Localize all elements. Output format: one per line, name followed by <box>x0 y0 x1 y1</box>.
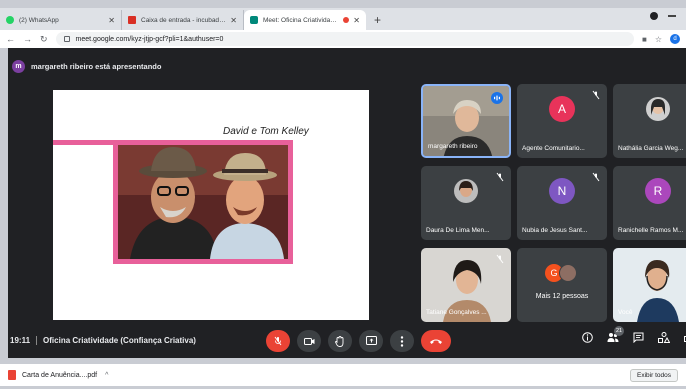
browser-tab-strip: (2) WhatsApp ✕ Caixa de entrada - incuba… <box>0 8 686 30</box>
meeting-controls-bar: 19:11 Oficina Criatividade (Confiança Cri… <box>8 326 686 358</box>
group-avatar-photo <box>559 264 577 282</box>
authors-photo-art <box>118 145 288 259</box>
url-text: meet.google.com/kyz-jtjp-gcf?pli=1&authu… <box>75 35 224 43</box>
activities-icon[interactable] <box>658 332 670 343</box>
download-file-name[interactable]: Carta de Anuência....pdf <box>22 372 97 379</box>
authors-photo <box>113 140 293 264</box>
raise-hand-button[interactable] <box>328 330 352 352</box>
participant-tile[interactable]: A Agente Comunitario... <box>517 84 607 158</box>
download-bar: Carta de Anuência....pdf ^ Exibir todos <box>0 364 686 386</box>
call-controls <box>266 330 451 352</box>
presentation-slide: David e Tom Kelley <box>53 90 369 320</box>
participant-name: Nathália Garcia Weg... <box>618 145 684 152</box>
tab-label: (2) WhatsApp <box>19 16 59 24</box>
camera-toggle-button[interactable] <box>297 330 321 352</box>
whatsapp-icon <box>6 16 14 24</box>
participant-avatar: A <box>549 96 575 123</box>
tab-gmail[interactable]: Caixa de entrada - incubadora.r... ✕ <box>122 10 244 30</box>
lock-icon[interactable] <box>63 36 70 42</box>
screen-frame: (2) WhatsApp ✕ Caixa de entrada - incuba… <box>0 0 686 389</box>
participant-tile[interactable]: margareth ribeiro <box>421 84 511 158</box>
presenting-banner: m margareth ribeiro está apresentando <box>8 54 161 78</box>
back-arrow-icon[interactable]: ← <box>6 34 15 44</box>
close-icon[interactable]: ✕ <box>353 16 360 25</box>
participant-name: Ranichelle Ramos M... <box>618 227 684 234</box>
presenter-avatar: m <box>12 59 25 73</box>
address-bar: ← → ↻ meet.google.com/kyz-jtjp-gcf?pli=1… <box>0 30 686 48</box>
recording-indicator-icon <box>343 17 350 23</box>
chat-icon[interactable] <box>633 332 644 343</box>
participant-avatar: N <box>549 178 575 205</box>
group-avatars: G <box>545 264 577 282</box>
more-participants-tile[interactable]: G Mais 12 pessoas <box>517 248 607 322</box>
mic-toggle-button[interactable] <box>266 330 290 352</box>
self-view-tile[interactable]: Você <box>613 248 686 322</box>
meeting-time: 19:11 <box>10 336 31 345</box>
present-icon <box>365 336 377 345</box>
participant-avatar <box>454 179 478 204</box>
participant-name: Daura De Lima Men... <box>426 227 490 234</box>
more-participants-label: Mais 12 pessoas <box>535 293 589 300</box>
mic-off-icon <box>496 172 504 182</box>
participant-tile[interactable]: Tatiane Gonçalves ... <box>421 248 511 322</box>
window-controls <box>650 12 676 20</box>
participant-tile[interactable]: N Nubia de Jesus Sant... <box>517 166 607 240</box>
minimize-icon[interactable] <box>668 15 676 17</box>
close-icon[interactable]: ✕ <box>230 16 237 25</box>
participant-tile[interactable]: R Ranichelle Ramos M... <box>613 166 686 240</box>
meeting-title: Oficina Criatividade (Confiança Criativa… <box>43 336 196 345</box>
mic-off-icon <box>592 90 600 100</box>
url-field[interactable]: meet.google.com/kyz-jtjp-gcf?pli=1&authu… <box>55 32 634 46</box>
people-count-badge: 21 <box>614 326 624 336</box>
mic-off-icon <box>592 172 600 182</box>
info-icon[interactable] <box>582 332 593 343</box>
gmail-icon <box>128 16 136 24</box>
participant-name: Agente Comunitario... <box>522 145 585 152</box>
side-panel-controls <box>582 332 686 343</box>
window-dot-icon[interactable] <box>650 12 658 20</box>
meet-icon <box>250 16 258 24</box>
hang-up-icon <box>430 339 442 344</box>
participant-name: Tatiane Gonçalves ... <box>426 309 487 316</box>
show-all-downloads-button[interactable]: Exibir todos <box>630 369 678 382</box>
tab-label: Caixa de entrada - incubadora.r... <box>141 16 226 24</box>
star-icon[interactable]: ☆ <box>655 35 662 44</box>
reload-icon[interactable]: ↻ <box>40 34 48 45</box>
chevron-up-icon[interactable]: ^ <box>105 372 108 379</box>
forward-arrow-icon[interactable]: → <box>23 34 32 44</box>
slide-accent-line <box>53 140 113 145</box>
participant-name: Você <box>618 309 633 316</box>
audio-active-icon <box>491 92 503 104</box>
camera-extension-icon[interactable]: ■ <box>642 35 647 44</box>
participant-avatar: R <box>645 178 671 205</box>
mic-off-icon <box>274 336 282 346</box>
present-screen-button[interactable] <box>359 330 383 352</box>
participant-tile[interactable]: Nathália Garcia Weg... <box>613 84 686 158</box>
tab-label: Meet: Oficina Criatividade (C... <box>263 16 339 24</box>
presenting-text: margareth ribeiro está apresentando <box>31 61 162 71</box>
participant-name: margareth ribeiro <box>428 143 478 150</box>
leave-call-button[interactable] <box>421 330 451 352</box>
meeting-info: 19:11 Oficina Criatividade (Confiança Cri… <box>10 336 196 346</box>
more-options-button[interactable] <box>390 330 414 352</box>
more-vert-icon <box>400 335 404 347</box>
tab-whatsapp[interactable]: (2) WhatsApp ✕ <box>0 10 122 30</box>
participant-tile[interactable]: Daura De Lima Men... <box>421 166 511 240</box>
mic-off-icon <box>496 254 504 264</box>
slide-authors: David e Tom Kelley <box>223 126 309 137</box>
camera-icon <box>303 337 314 345</box>
hand-icon <box>335 335 344 347</box>
participant-avatar <box>646 97 670 122</box>
tab-meet[interactable]: Meet: Oficina Criatividade (C... ✕ <box>244 10 366 30</box>
new-tab-button[interactable]: + <box>366 10 389 30</box>
profile-avatar[interactable]: d <box>670 34 680 44</box>
close-icon[interactable]: ✕ <box>108 16 115 25</box>
meet-window: m margareth ribeiro está apresentando Da… <box>8 48 686 358</box>
participant-name: Nubia de Jesus Sant... <box>522 227 588 234</box>
pdf-file-icon <box>8 370 16 380</box>
